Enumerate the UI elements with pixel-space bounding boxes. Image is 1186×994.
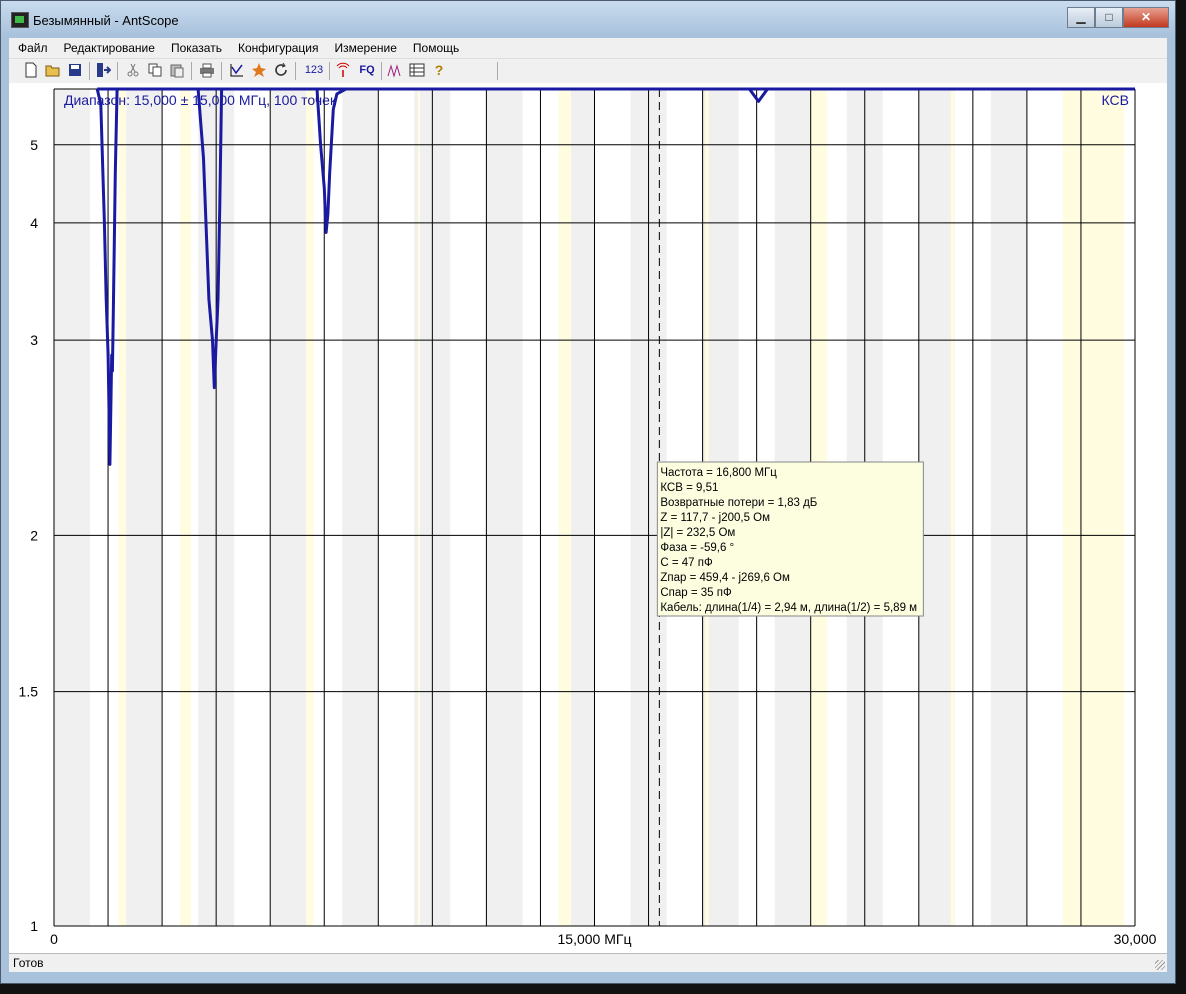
refresh-icon[interactable] [273,62,289,78]
toolbar-separator [191,62,192,80]
resize-grip[interactable] [1155,960,1165,970]
menu-config[interactable]: Конфигурация [229,38,326,58]
y-tick-label: 1 [30,918,38,934]
y-tick-label: 2 [30,527,38,543]
app-window: Безымянный - AntScope ▁ □ ✕ Файл Редакти… [0,0,1176,984]
scan-icon[interactable] [251,62,267,78]
band-highlight [950,89,955,926]
toolbar-separator [497,62,498,80]
table-icon[interactable] [409,62,425,78]
x-tick-label: 15,000 МГц [558,931,632,947]
band-highlight [417,89,420,926]
app-icon[interactable] [11,12,29,28]
menu-bar: Файл Редактирование Показать Конфигураци… [9,38,1167,58]
graph-icon[interactable] [229,62,245,78]
y-tick-label: 3 [30,332,38,348]
tooltip-line: Возвратные потери = 1,83 дБ [660,497,817,509]
tooltip-line: C = 47 пФ [660,557,713,569]
grid-stripe [234,89,271,926]
minimize-button[interactable]: ▁ [1067,7,1095,28]
fq-icon[interactable]: FQ [357,62,377,78]
status-text: Готов [13,956,44,970]
chart-area[interactable]: 1 1.5 2 3 4 5 0 15,000 МГц 30,000 Диапазон: 15,00… [9,83,1167,953]
maximize-button[interactable]: □ [1095,7,1123,28]
menu-help[interactable]: Помощь [404,38,466,58]
y-tick-label: 4 [30,215,38,231]
band-highlight [306,89,314,926]
x-tick-label: 30,000 [1114,931,1157,947]
menu-measure[interactable]: Измерение [325,38,403,58]
tooltip-line: Частота = 16,800 МГц [660,467,777,479]
y-tick-label: 5 [30,137,38,153]
tooltip-line: Cпар = 35 пФ [660,587,732,599]
y-tick-label: 1.5 [19,684,39,700]
menu-edit[interactable]: Редактирование [55,38,162,58]
band-highlight [180,89,191,926]
grid-stripe [450,89,487,926]
paste-icon[interactable] [169,62,185,78]
numbers-icon[interactable]: 123 [303,62,325,78]
window-title: Безымянный - AntScope [33,13,179,28]
band-highlight [558,89,572,926]
print-icon[interactable] [199,62,215,78]
x-tick-label: 0 [50,931,58,947]
tooltip-line: Zпар = 459,4 - j269,6 Ом [660,572,790,584]
toolbar-separator [117,62,118,80]
tooltip-line: Z = 117,7 - j200,5 Ом [660,512,770,524]
swr-chart[interactable]: 1 1.5 2 3 4 5 0 15,000 МГц 30,000 Диапазон: 15,00… [9,83,1167,953]
toolbar: 123 FQ ? [9,58,1167,84]
tooltip-line: Кабель: длина(1/4) = 2,94 м, длина(1/2) … [660,602,917,614]
save-icon[interactable] [67,62,83,78]
export-icon[interactable] [95,62,112,78]
markers-icon[interactable] [387,62,403,78]
window-edge [1167,83,1175,971]
menu-file[interactable]: Файл [9,38,55,58]
new-icon[interactable] [23,62,39,78]
tooltip-line: Фаза = -59,6 ° [660,542,734,554]
tooltip-line: КСВ = 9,51 [660,482,718,494]
band-highlight [118,89,127,926]
grid-stripe [378,89,415,926]
toolbar-separator [381,62,382,80]
toolbar-separator [295,62,296,80]
toolbar-separator [221,62,222,80]
menu-view[interactable]: Показать [162,38,229,58]
toolbar-separator [89,62,90,80]
help-icon[interactable]: ? [431,62,447,78]
status-bar: Готов [9,953,1167,972]
close-button[interactable]: ✕ [1123,7,1169,28]
range-label: Диапазон: 15,000 ± 15,000 МГц, 100 точек [64,92,337,108]
series-label: КСВ [1102,92,1129,108]
open-icon[interactable] [45,62,61,78]
grid-stripe [594,89,631,926]
cut-icon[interactable] [125,62,141,78]
grid-stripe [1026,89,1063,926]
band-highlight [1062,89,1125,926]
title-bar[interactable]: Безымянный - AntScope ▁ □ ✕ [1,1,1175,35]
tooltip-line: |Z| = 232,5 Ом [660,527,735,539]
copy-icon[interactable] [147,62,163,78]
toolbar-separator [329,62,330,80]
antenna-icon[interactable] [335,62,351,78]
